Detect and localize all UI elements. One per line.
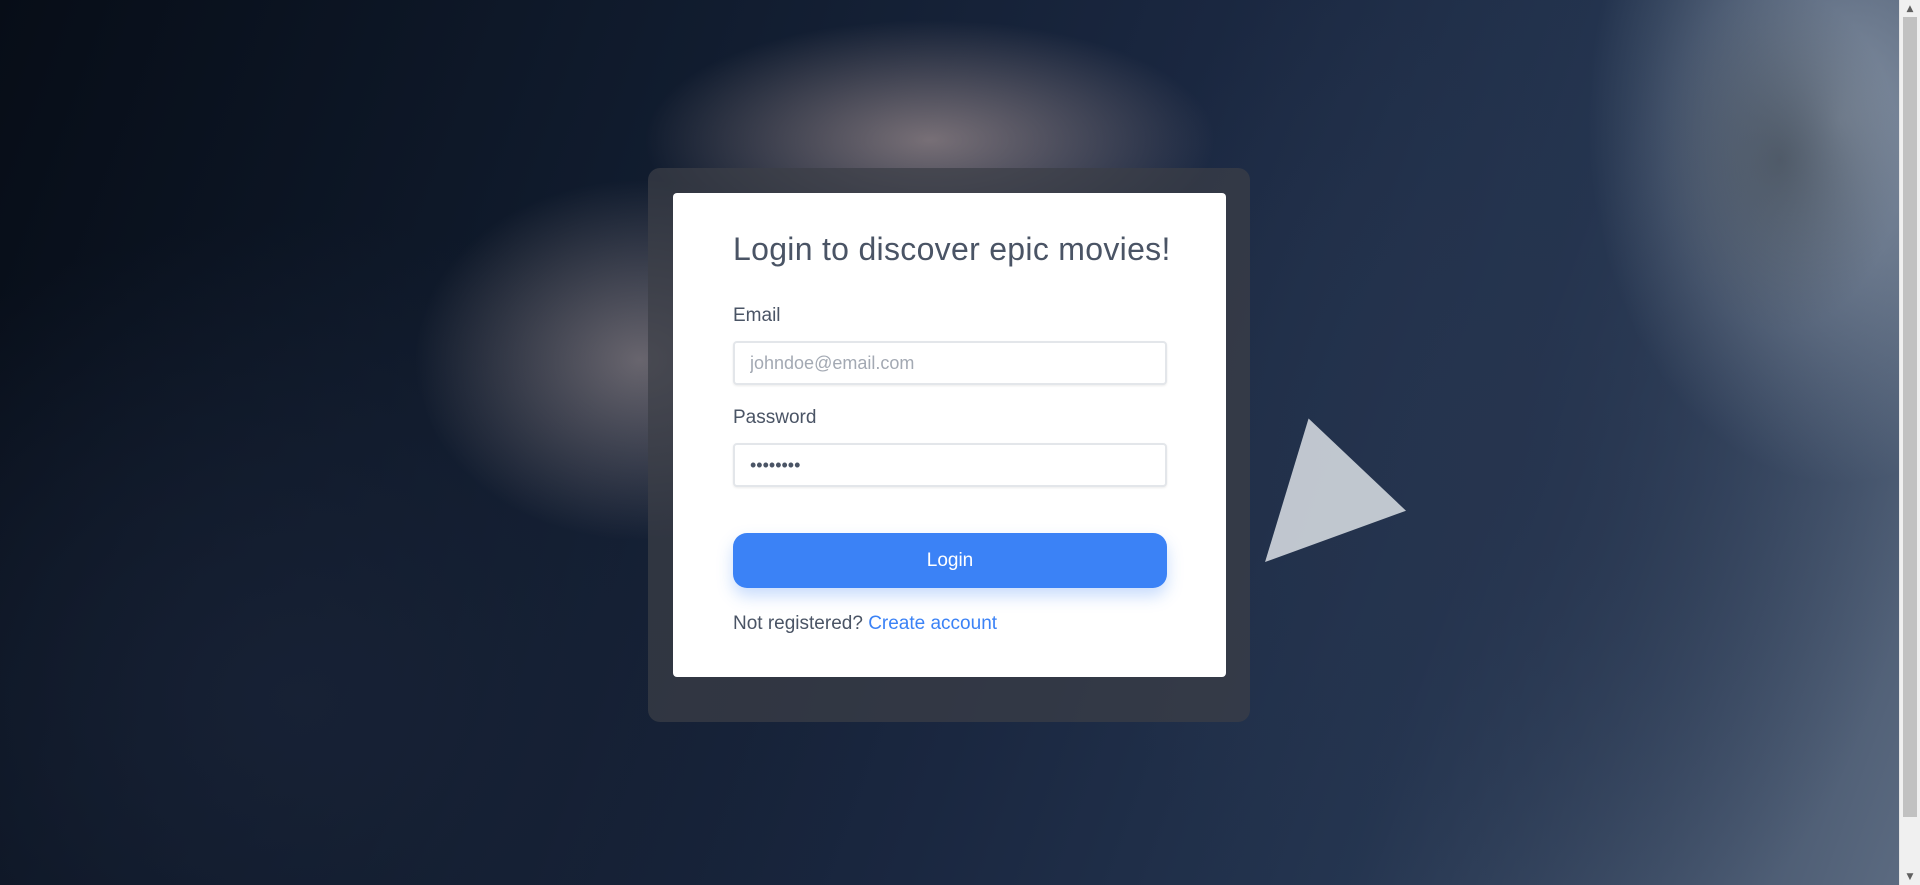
page-title: Login to discover epic movies!	[733, 231, 1171, 267]
scroll-up-icon[interactable]: ▲	[1900, 0, 1920, 17]
vertical-scrollbar[interactable]: ▲ ▼	[1899, 0, 1920, 885]
page-viewport: Login to discover epic movies! Email Pas…	[0, 0, 1899, 885]
password-field[interactable]	[733, 443, 1167, 487]
login-button[interactable]: Login	[733, 533, 1167, 588]
create-account-link[interactable]: Create account	[868, 613, 997, 634]
register-prompt-text: Not registered?	[733, 613, 869, 634]
password-label: Password	[733, 407, 817, 428]
email-field[interactable]	[733, 341, 1167, 385]
email-label: Email	[733, 305, 781, 326]
scroll-down-icon[interactable]: ▼	[1900, 868, 1920, 885]
login-card: Login to discover epic movies! Email Pas…	[673, 193, 1226, 677]
scrollbar-thumb[interactable]	[1903, 17, 1917, 817]
register-prompt: Not registered? Create account	[733, 613, 997, 635]
